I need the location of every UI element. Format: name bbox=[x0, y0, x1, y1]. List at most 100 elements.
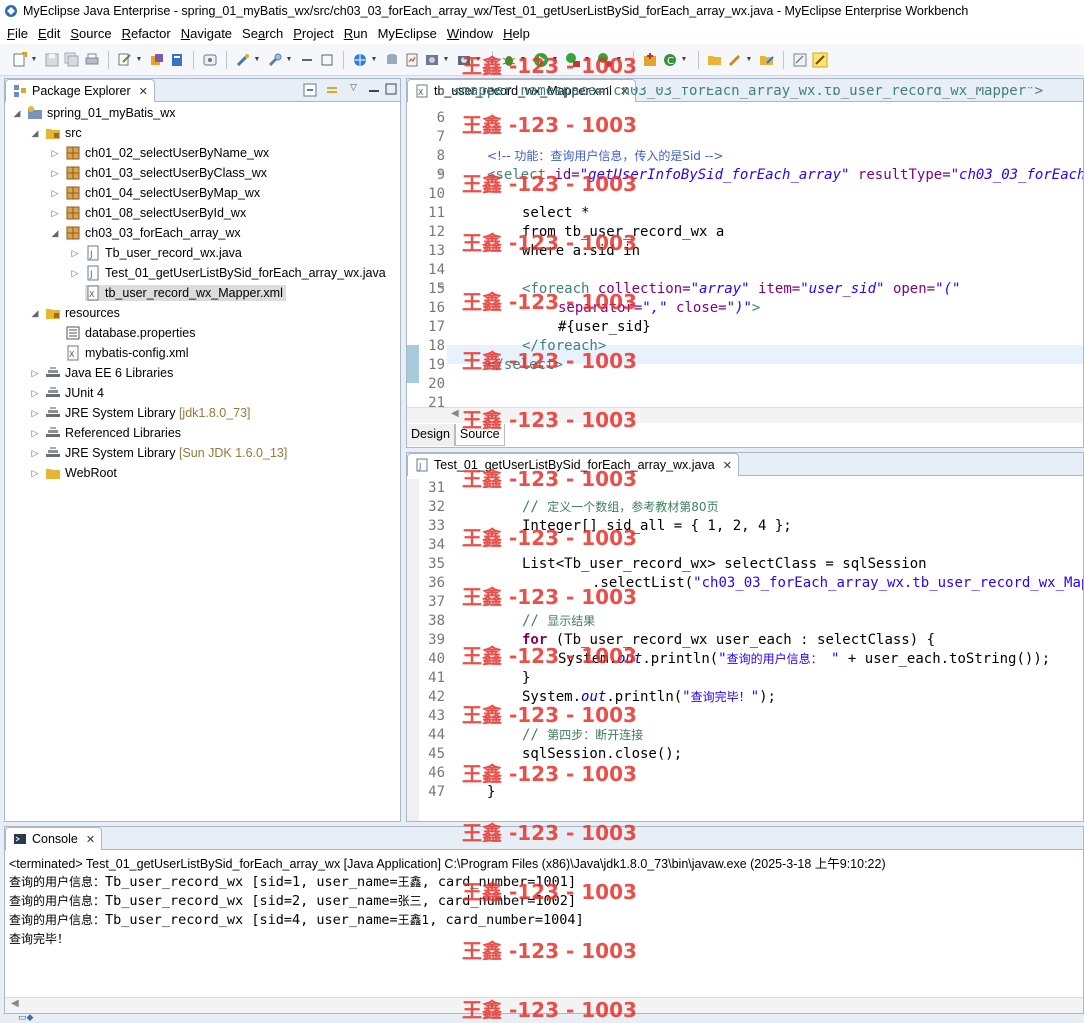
perspective-java-icon[interactable] bbox=[792, 52, 808, 68]
tree-item[interactable]: ▷ JRE System Library [Sun JDK 1.6.0_13] bbox=[29, 443, 288, 463]
tree-item[interactable]: ▷ JUnit 4 bbox=[29, 383, 104, 403]
link-with-editor-icon[interactable] bbox=[325, 83, 339, 100]
menu-run[interactable]: Run bbox=[339, 26, 373, 41]
menu-file[interactable]: File bbox=[2, 26, 33, 41]
chevron-down-icon[interactable]: ▼ bbox=[551, 56, 559, 63]
close-icon[interactable]: ✕ bbox=[723, 459, 732, 472]
tree-item[interactable]: ◢ resources bbox=[29, 303, 120, 323]
deploy-icon[interactable] bbox=[267, 52, 283, 68]
chevron-expanded-icon[interactable]: ◢ bbox=[11, 108, 23, 119]
tree-item[interactable]: ▷ Referenced Libraries bbox=[29, 423, 182, 443]
chevron-expanded-icon[interactable]: ◢ bbox=[29, 308, 41, 319]
chevron-down-icon[interactable]: ▼ bbox=[745, 56, 753, 63]
chevron-expanded-icon[interactable]: ◢ bbox=[49, 228, 61, 239]
print-icon[interactable] bbox=[84, 52, 100, 68]
new-wizard-icon[interactable] bbox=[235, 52, 251, 68]
close-icon[interactable]: ✕ bbox=[86, 833, 95, 846]
selected-tree-item[interactable]: X tb_user_record_wx_Mapper.xml bbox=[85, 285, 286, 301]
chevron-right-icon[interactable]: ▷ bbox=[29, 388, 41, 399]
open-folder-icon[interactable] bbox=[707, 52, 723, 68]
tree-item[interactable]: ▷ WebRoot bbox=[29, 463, 117, 483]
new-class-icon[interactable]: C bbox=[662, 52, 678, 68]
minimize-icon[interactable] bbox=[299, 52, 315, 68]
web-browser-icon[interactable] bbox=[352, 52, 368, 68]
debug-icon[interactable] bbox=[501, 52, 517, 68]
maximize-view-icon[interactable] bbox=[385, 83, 397, 98]
tab-console[interactable]: Console ✕ bbox=[5, 827, 103, 850]
new-icon[interactable] bbox=[12, 51, 28, 68]
chevron-right-icon[interactable]: ▷ bbox=[29, 408, 41, 419]
report-icon[interactable] bbox=[404, 52, 420, 68]
horizontal-scrollbar[interactable]: ◀ bbox=[407, 407, 1083, 423]
tree-item[interactable]: ◢ ch03_03_forEach_array_wx bbox=[49, 223, 241, 243]
menu-navigate[interactable]: Navigate bbox=[176, 26, 237, 41]
chevron-right-icon[interactable]: ▷ bbox=[29, 448, 41, 459]
java-code-area[interactable]: 31 32// 定义一个数组，参考教材第80页 33 Integer[] sid_… bbox=[407, 479, 1083, 821]
tree-item[interactable]: ▷ J Test_01_getUserListBySid_forEach_arr… bbox=[69, 263, 386, 283]
chevron-right-icon[interactable]: ▷ bbox=[29, 468, 41, 479]
chevron-right-icon[interactable]: ▷ bbox=[29, 368, 41, 379]
open-type-icon[interactable] bbox=[149, 52, 165, 68]
tree-item[interactable]: X tb_user_record_wx_Mapper.xml bbox=[69, 283, 286, 303]
open-resource-icon[interactable] bbox=[169, 52, 185, 68]
tab-source[interactable]: Source bbox=[454, 424, 505, 446]
chevron-down-icon[interactable]: ▼ bbox=[680, 56, 688, 63]
chevron-right-icon[interactable]: ▷ bbox=[49, 188, 61, 199]
refactor-icon[interactable] bbox=[117, 52, 133, 68]
tree-item[interactable]: ◢ src bbox=[29, 123, 82, 143]
chevron-down-icon[interactable]: ▼ bbox=[370, 56, 378, 63]
tree-item[interactable]: ◢ spring_01_myBatis_wx bbox=[11, 103, 176, 123]
maximize-icon[interactable] bbox=[319, 52, 335, 68]
menu-project[interactable]: Project bbox=[288, 26, 338, 41]
tree-item[interactable]: database.properties bbox=[49, 323, 196, 343]
chevron-expanded-icon[interactable]: ◢ bbox=[29, 128, 41, 139]
chevron-down-icon[interactable]: ▼ bbox=[285, 56, 293, 63]
tree-item[interactable]: X mybatis-config.xml bbox=[49, 343, 189, 363]
database-icon[interactable] bbox=[384, 52, 400, 68]
console-scrollbar[interactable]: ◀ bbox=[5, 997, 1083, 1013]
menu-window[interactable]: Window bbox=[442, 26, 498, 41]
tree-item[interactable]: ▷ JRE System Library [jdk1.8.0_73] bbox=[29, 403, 251, 423]
chevron-right-icon[interactable]: ▷ bbox=[49, 148, 61, 159]
chevron-down-icon[interactable]: ▼ bbox=[30, 56, 38, 63]
menu-source[interactable]: Source bbox=[65, 26, 116, 41]
scroll-left-icon[interactable]: ◀ bbox=[451, 408, 459, 419]
tree-item[interactable]: ▷ ch01_08_selectUserById_wx bbox=[49, 203, 247, 223]
chevron-down-icon[interactable]: ▼ bbox=[583, 56, 591, 63]
chevron-right-icon[interactable]: ▷ bbox=[29, 428, 41, 439]
perspective-edit-icon[interactable] bbox=[812, 52, 828, 68]
run-icon[interactable] bbox=[533, 52, 549, 68]
edit-icon[interactable] bbox=[727, 52, 743, 68]
chevron-down-icon[interactable]: ▼ bbox=[442, 56, 450, 63]
tree-item[interactable]: ▷ J Tb_user_record_wx.java bbox=[69, 243, 242, 263]
chevron-down-icon[interactable]: ▼ bbox=[474, 56, 482, 63]
chevron-right-icon[interactable]: ▷ bbox=[69, 268, 81, 279]
profile-icon[interactable] bbox=[597, 52, 613, 68]
chevron-down-icon[interactable]: ▼ bbox=[519, 56, 527, 63]
tree-item[interactable]: ▷ ch01_04_selectUserByMap_wx bbox=[49, 183, 261, 203]
chevron-down-icon[interactable]: ▼ bbox=[135, 56, 143, 63]
chevron-right-icon[interactable]: ▷ bbox=[69, 248, 81, 259]
view-menu-icon[interactable]: ▽ bbox=[350, 82, 357, 93]
scroll-left-icon[interactable]: ◀ bbox=[11, 998, 19, 1009]
menu-refactor[interactable]: Refactor bbox=[117, 26, 176, 41]
image-icon[interactable] bbox=[424, 52, 440, 68]
menu-search[interactable]: Search bbox=[237, 26, 288, 41]
new-project-icon[interactable] bbox=[642, 52, 658, 68]
menu-help[interactable]: Help bbox=[498, 26, 535, 41]
camera-icon[interactable] bbox=[456, 52, 472, 68]
folder-edit-icon[interactable] bbox=[759, 52, 775, 68]
tab-package-explorer[interactable]: Package Explorer ✕ bbox=[5, 79, 155, 102]
tree-item[interactable]: ▷ ch01_03_selectUserByClass_wx bbox=[49, 163, 268, 183]
chevron-down-icon[interactable]: ▼ bbox=[253, 56, 261, 63]
server-icon[interactable] bbox=[202, 52, 218, 68]
tab-test-java[interactable]: J Test_01_getUserListBySid_forEach_array… bbox=[407, 453, 739, 476]
minimize-view-icon[interactable] bbox=[368, 83, 380, 98]
chevron-right-icon[interactable]: ▷ bbox=[49, 208, 61, 219]
xml-code-area[interactable]: 5 <mapper namespace="ch03_03_forEach_arra… bbox=[407, 87, 1083, 407]
save-all-icon[interactable] bbox=[64, 52, 80, 68]
collapse-all-icon[interactable] bbox=[303, 83, 317, 100]
menu-edit[interactable]: Edit bbox=[33, 26, 65, 41]
chevron-down-icon[interactable]: ▼ bbox=[615, 56, 623, 63]
run-external-icon[interactable] bbox=[565, 52, 581, 68]
